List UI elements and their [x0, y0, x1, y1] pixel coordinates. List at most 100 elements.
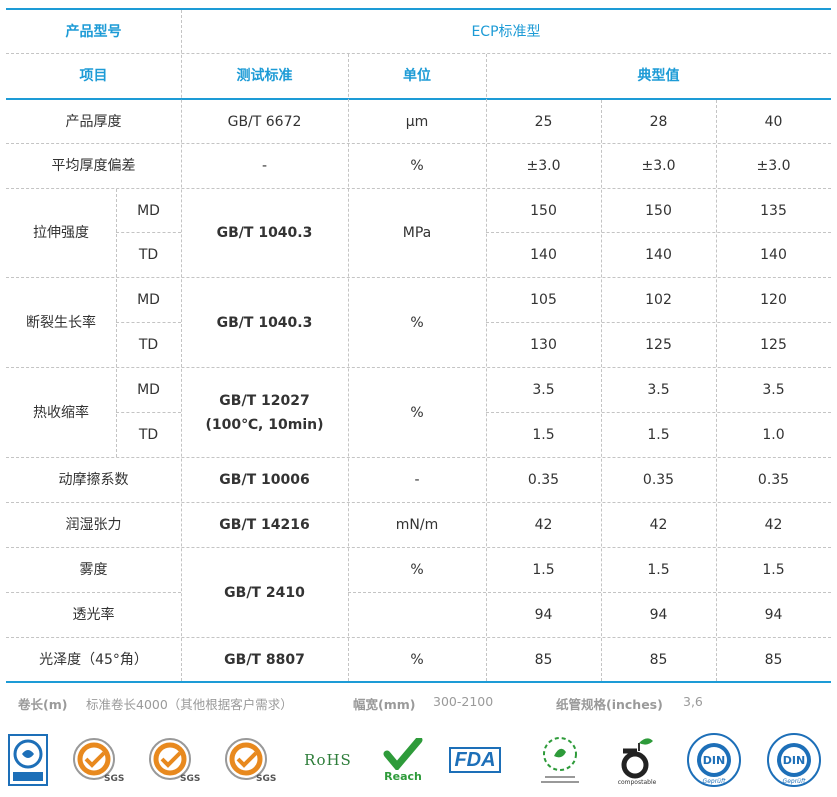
- qs-logo-icon: [8, 730, 48, 790]
- sgs-text: SGS: [180, 774, 200, 784]
- reach-label: Reach: [384, 769, 422, 783]
- value-cell: 1.5: [647, 562, 670, 578]
- value-cell: 3.5: [532, 382, 555, 398]
- value-cell: 0.35: [757, 472, 790, 488]
- unit-tensile: MPa: [402, 225, 432, 241]
- roll-length-label: 卷长(m): [18, 697, 68, 712]
- fda-logo-icon: FDA: [446, 730, 504, 790]
- value-cell: ±3.0: [526, 158, 561, 174]
- sgs-text: SGS: [104, 774, 124, 784]
- std-thickness: GB/T 6672: [227, 113, 302, 130]
- value-cell: 94: [649, 607, 668, 623]
- col-header-standard: 测试标准: [236, 68, 293, 84]
- value-cell: 120: [760, 292, 787, 308]
- value-cell: 1.5: [532, 427, 555, 443]
- fda-label: FDA: [449, 747, 501, 773]
- din-text: DIN: [703, 754, 725, 767]
- value-cell: 1.5: [647, 427, 670, 443]
- std-deviation: -: [261, 158, 268, 174]
- rohs-logo-icon: RoHS: [304, 751, 352, 769]
- din-sub-text: Geprüft: [703, 778, 727, 785]
- value-cell: 1.5: [762, 562, 785, 578]
- compostable-label: compostable: [617, 778, 657, 786]
- green-cert-logo-icon: [535, 730, 585, 790]
- value-cell: 28: [649, 113, 668, 130]
- width-value: 300-2100: [433, 694, 494, 709]
- unit-shrink: %: [410, 404, 424, 421]
- td-label: TD: [138, 427, 159, 443]
- sgs-iso22000-logo-icon: SGS: [224, 730, 279, 790]
- table-bottom-rule: [6, 681, 831, 683]
- value-cell: ±3.0: [641, 158, 676, 174]
- std-elongation: GB/T 1040.3: [216, 314, 313, 331]
- din-sub-text: Geprüft: [783, 778, 807, 785]
- std-shrink-line1: GB/T 12027: [219, 392, 310, 409]
- value-cell: 150: [645, 202, 672, 219]
- value-cell: 3.5: [762, 382, 785, 398]
- unit-deviation: %: [410, 158, 424, 174]
- width-label: 幅宽(mm): [353, 697, 416, 712]
- td-label: TD: [138, 337, 159, 353]
- value-cell: 0.35: [527, 472, 560, 488]
- sgs-iso14001-logo-icon: SGS: [148, 730, 203, 790]
- value-cell: 140: [760, 247, 787, 263]
- value-cell: 42: [649, 517, 668, 533]
- value-cell: 0.35: [642, 472, 675, 488]
- unit-wetting: mN/m: [395, 517, 439, 533]
- value-cell: 150: [530, 202, 557, 219]
- unit-gloss: %: [410, 651, 424, 668]
- value-cell: 94: [534, 607, 553, 623]
- certification-logos: SGS SGS SGS RoHS Reach FDA compostable D…: [0, 730, 837, 792]
- din-compostable-logo-icon: DIN Geprüft: [766, 730, 822, 790]
- row-label-gloss: 光泽度（45°角）: [39, 651, 148, 668]
- row-label-haze: 雾度: [79, 562, 108, 578]
- row-label-deviation: 平均厚度偏差: [51, 158, 136, 174]
- compostable-logo-icon: compostable: [612, 730, 662, 790]
- std-tensile: GB/T 1040.3: [216, 225, 313, 241]
- col-header-typical: 典型值: [637, 68, 680, 84]
- row-label-wetting: 润湿张力: [65, 517, 122, 533]
- col-header-item: 项目: [79, 68, 108, 84]
- md-label: MD: [137, 292, 160, 308]
- md-label: MD: [137, 202, 160, 219]
- std-shrink: GB/T 12027 (100℃, 10min): [181, 368, 348, 457]
- value-cell: 1.0: [762, 427, 785, 443]
- td-label: TD: [138, 247, 159, 263]
- value-cell: 42: [764, 517, 783, 533]
- value-cell: 85: [764, 651, 783, 668]
- core-value: 3,6: [683, 694, 703, 709]
- row-label-shrink: 热收缩率: [33, 404, 89, 421]
- model-label: 产品型号: [65, 23, 122, 40]
- core-label: 纸管规格(inches): [556, 697, 663, 712]
- reach-logo-icon: Reach: [378, 730, 428, 790]
- value-cell: 25: [534, 113, 553, 130]
- std-wetting: GB/T 14216: [219, 517, 310, 533]
- unit-elongation: %: [410, 314, 424, 331]
- std-haze: GB/T 2410: [224, 584, 305, 601]
- value-cell: 130: [530, 337, 557, 353]
- unit-thickness: μm: [405, 113, 429, 130]
- value-cell: 1.5: [532, 562, 555, 578]
- sgs-text: SGS: [256, 774, 276, 784]
- value-cell: 125: [760, 337, 787, 353]
- row-label-tensile: 拉伸强度: [33, 225, 89, 241]
- value-cell: 102: [645, 292, 672, 308]
- din-biobased-logo-icon: DIN Geprüft: [686, 730, 742, 790]
- row-label-friction: 动摩擦系数: [58, 472, 129, 488]
- row-label-elongation: 断裂生长率: [26, 314, 96, 331]
- col-header-unit: 单位: [403, 68, 431, 84]
- model-value: ECP标准型: [471, 23, 541, 40]
- std-shrink-line2: (100℃, 10min): [205, 416, 324, 433]
- row-label-transmittance: 透光率: [72, 607, 115, 623]
- unit-haze: %: [410, 562, 424, 578]
- value-cell: ±3.0: [756, 158, 791, 174]
- unit-friction: -: [414, 472, 420, 488]
- value-cell: 94: [764, 607, 783, 623]
- value-cell: 42: [534, 517, 553, 533]
- value-cell: 140: [645, 247, 672, 263]
- din-text: DIN: [783, 754, 805, 767]
- std-friction: GB/T 10006: [219, 472, 310, 488]
- value-cell: 125: [645, 337, 672, 353]
- roll-length-value: 标准卷长4000（其他根据客户需求）: [86, 697, 293, 712]
- spec-table: 产品型号 ECP标准型 项目 测试标准 单位 典型值 产品厚度 GB/T 667…: [6, 8, 831, 683]
